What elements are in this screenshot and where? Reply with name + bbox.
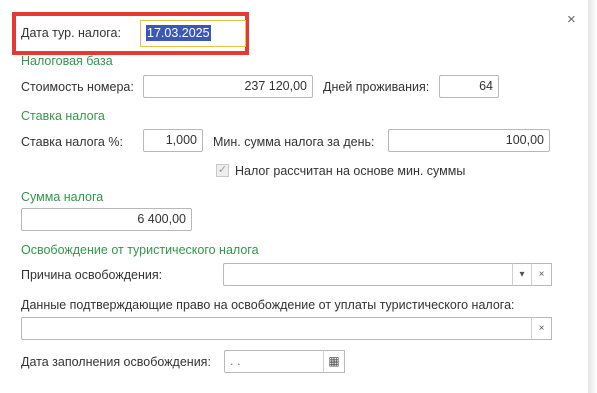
tax-rate-section-title: Ставка налога [21, 109, 105, 123]
days-label: Дней проживания: [323, 80, 430, 94]
min-daily-tax-label: Мин. сумма налога за день: [213, 135, 375, 149]
min-sum-checkbox-label: Налог рассчитан на основе мин. суммы [235, 164, 466, 178]
min-sum-checkbox[interactable]: ✓ [216, 164, 229, 177]
exemption-reason-select[interactable] [223, 263, 515, 286]
window-edge-shadow [588, 0, 597, 393]
tourist-tax-dialog: × Дата тур. налога: 17.03.2025 Налоговая… [0, 0, 588, 393]
tax-rate-label: Ставка налога %: [21, 135, 123, 149]
room-cost-input[interactable]: 237 120,00 [143, 75, 313, 98]
clear-reason-icon[interactable]: × [531, 263, 552, 286]
tax-date-label: Дата тур. налога: [21, 26, 121, 40]
tax-base-section-title: Налоговая база [21, 54, 113, 68]
exemption-fill-date-input[interactable]: . . [224, 350, 326, 373]
days-input[interactable]: 64 [439, 75, 499, 98]
exemption-reason-label: Причина освобождения: [21, 268, 163, 282]
room-cost-label: Стоимость номера: [21, 80, 134, 94]
tax-date-value: 17.03.2025 [146, 25, 211, 41]
tax-sum-section-title: Сумма налога [21, 190, 104, 204]
tax-sum-input[interactable]: 6 400,00 [21, 208, 192, 231]
exemption-evidence-input[interactable] [21, 317, 534, 340]
clear-evidence-icon[interactable]: × [531, 317, 552, 340]
exemption-fill-date-label: Дата заполнения освобождения: [21, 355, 211, 369]
tax-rate-input[interactable]: 1,000 [143, 129, 203, 152]
calendar-icon[interactable]: ▦ [323, 350, 345, 373]
chevron-down-icon[interactable]: ▾ [512, 263, 532, 286]
min-daily-tax-input[interactable]: 100,00 [388, 129, 550, 152]
tax-date-input[interactable]: 17.03.2025 [140, 20, 246, 47]
exemption-evidence-label: Данные подтверждающие право на освобожде… [21, 298, 515, 312]
exemption-section-title: Освобождение от туристического налога [21, 243, 259, 257]
close-icon[interactable]: × [567, 12, 576, 28]
